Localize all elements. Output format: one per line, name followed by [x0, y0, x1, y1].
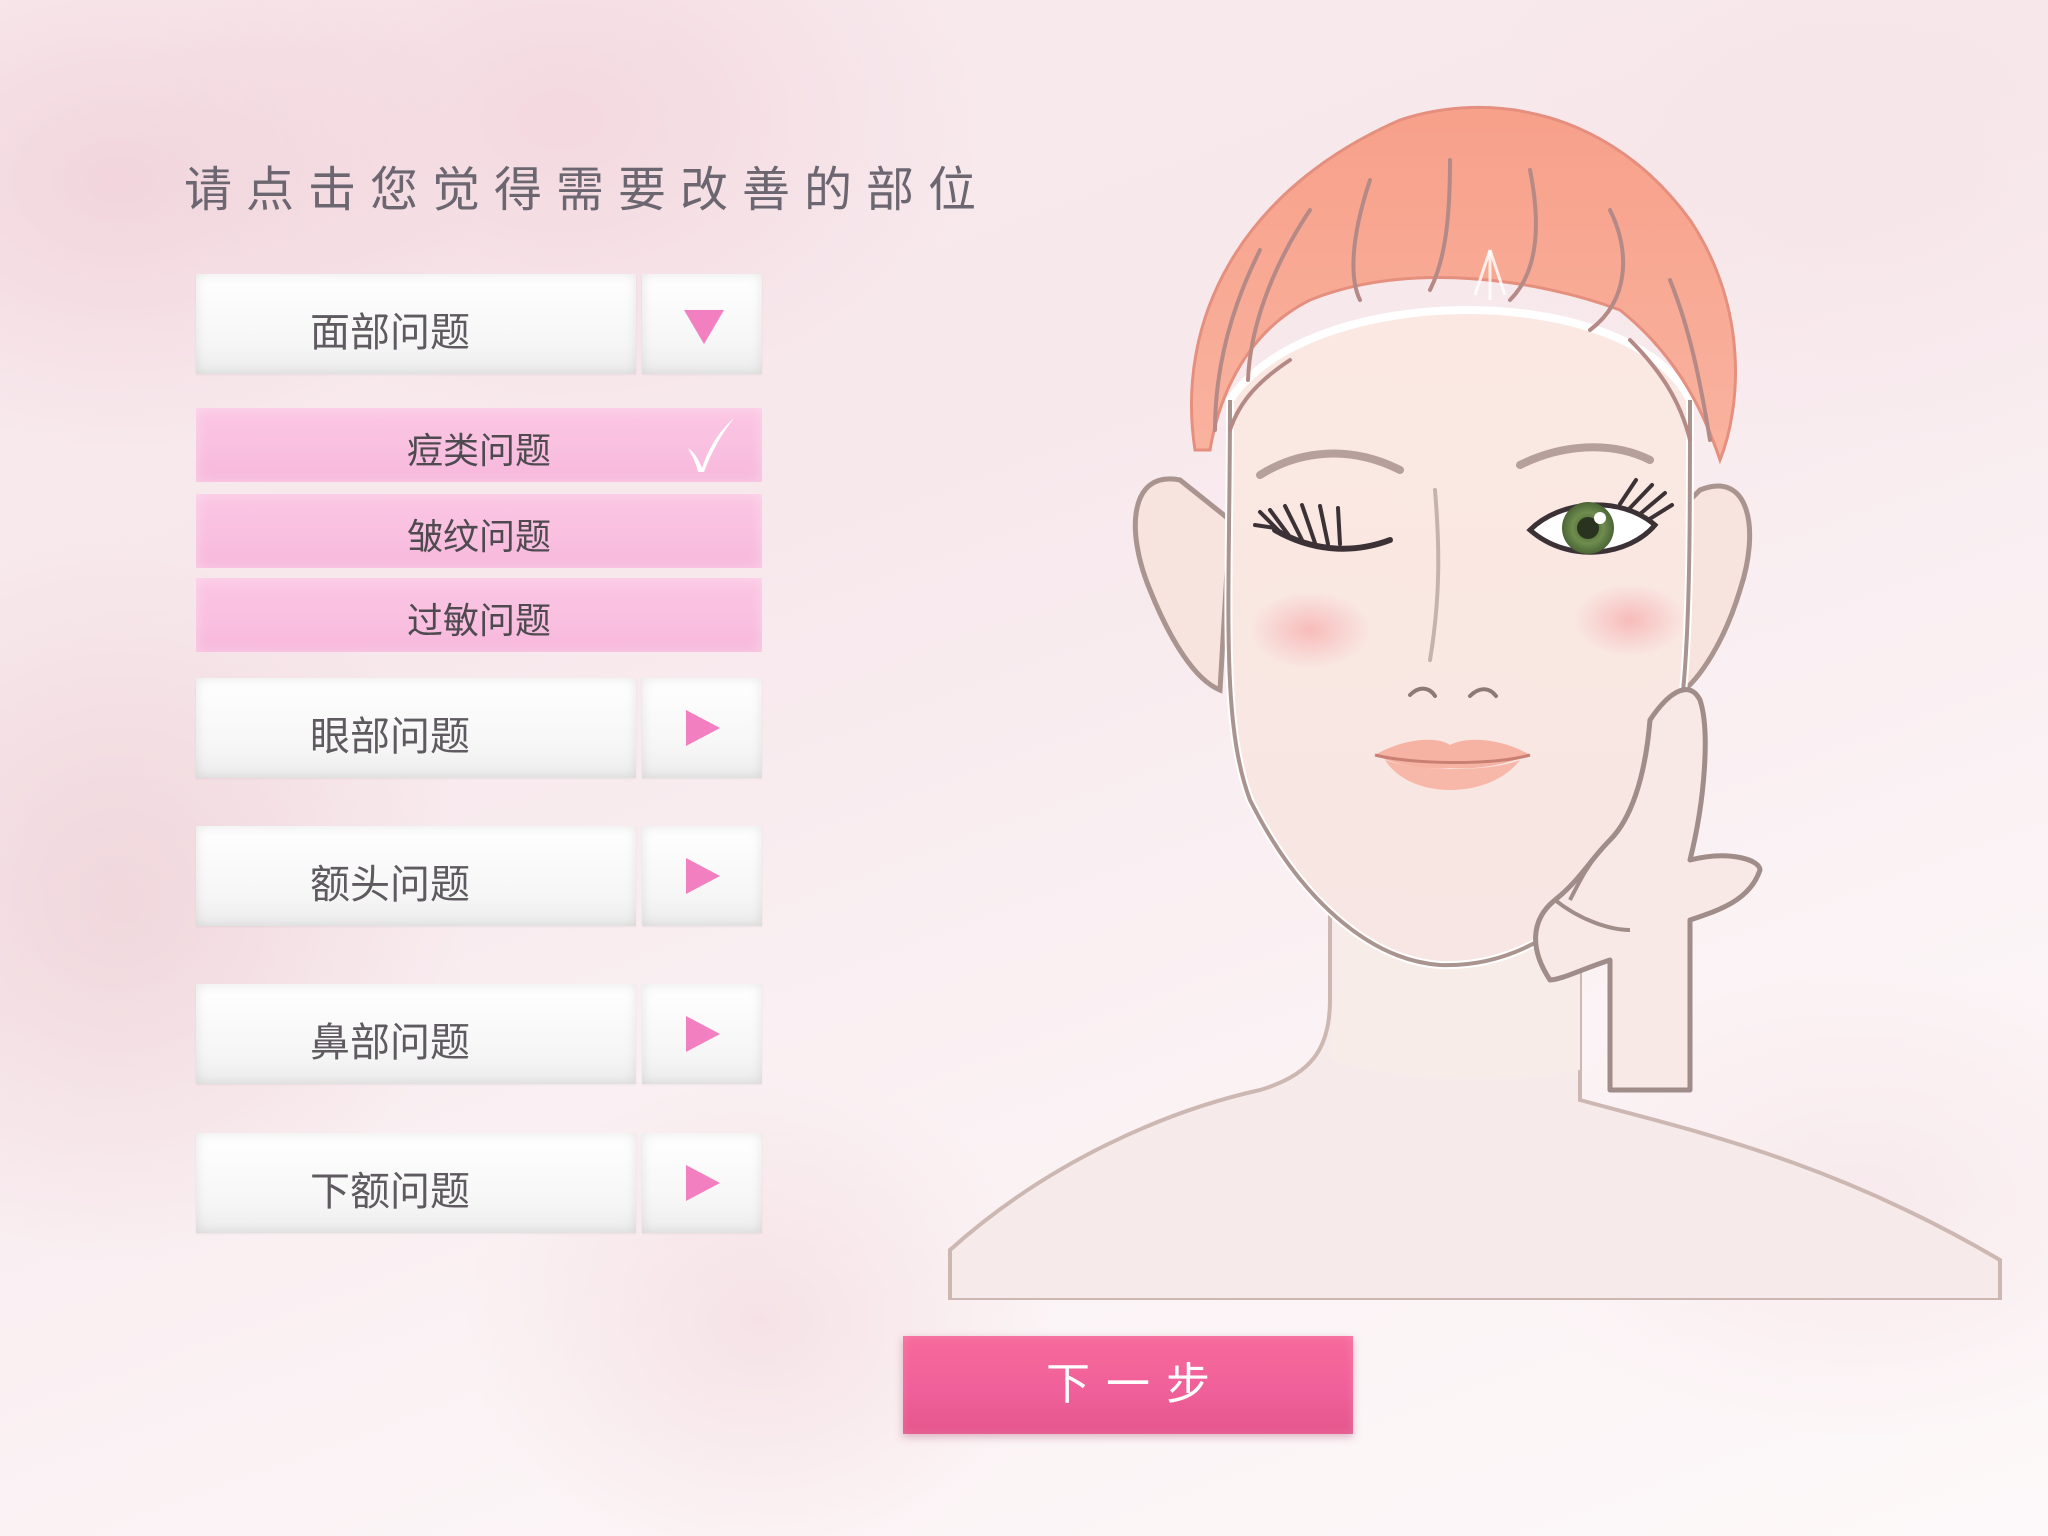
triangle-right-icon — [686, 710, 720, 746]
category-nose-button[interactable]: 鼻部问题 — [196, 984, 636, 1084]
category-row-chin[interactable]: 下额问题 — [196, 1133, 762, 1233]
category-chin-toggle[interactable] — [642, 1133, 762, 1233]
category-row-forehead[interactable]: 额头问题 — [196, 826, 762, 926]
triangle-down-icon — [684, 310, 724, 344]
triangle-right-icon — [686, 1016, 720, 1052]
category-chin-button[interactable]: 下额问题 — [196, 1133, 636, 1233]
triangle-right-icon — [686, 1165, 720, 1201]
checkmark-icon — [688, 418, 734, 472]
triangle-right-icon — [686, 858, 720, 894]
category-nose-toggle[interactable] — [642, 984, 762, 1084]
category-forehead-button[interactable]: 额头问题 — [196, 826, 636, 926]
category-eye-label: 眼部问题 — [310, 714, 470, 760]
category-face-button[interactable]: 面部问题 — [196, 274, 636, 374]
next-step-button[interactable]: 下一步 — [903, 1336, 1353, 1434]
category-chin-label: 下额问题 — [310, 1169, 470, 1215]
category-row-eye[interactable]: 眼部问题 — [196, 678, 762, 778]
subitem-allergy[interactable]: 过敏问题 — [196, 578, 762, 652]
page-title: 请点击您觉得需要改善的部位 — [184, 162, 991, 218]
category-face-toggle[interactable] — [642, 274, 762, 374]
subitem-acne[interactable]: 痘类问题 — [196, 408, 762, 482]
subitem-allergy-label: 过敏问题 — [406, 601, 551, 642]
next-step-label: 下一步 — [1046, 1360, 1226, 1409]
category-nose-label: 鼻部问题 — [310, 1020, 470, 1066]
subitem-wrinkle-label: 皱纹问题 — [406, 517, 551, 558]
face-illustration[interactable] — [930, 100, 2040, 1300]
category-eye-toggle[interactable] — [642, 678, 762, 778]
category-forehead-toggle[interactable] — [642, 826, 762, 926]
subitem-wrinkle[interactable]: 皱纹问题 — [196, 494, 762, 568]
category-row-face[interactable]: 面部问题 — [196, 274, 762, 374]
category-row-nose[interactable]: 鼻部问题 — [196, 984, 762, 1084]
category-forehead-label: 额头问题 — [310, 862, 470, 908]
category-face-label: 面部问题 — [310, 310, 470, 356]
subitem-acne-label: 痘类问题 — [406, 431, 551, 472]
category-eye-button[interactable]: 眼部问题 — [196, 678, 636, 778]
